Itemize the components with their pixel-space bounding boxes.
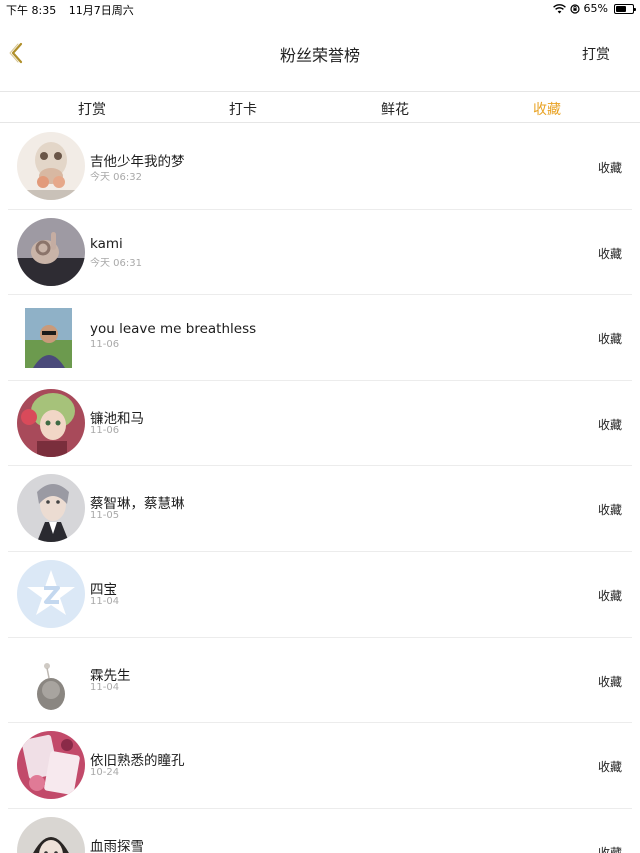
fan-time: 11-04 — [90, 595, 120, 607]
fan-name: 依旧熟悉的瞳孔 — [90, 753, 185, 770]
fan-name: you leave me breathless — [90, 321, 257, 338]
list-item[interactable]: 四宝 11-04 收藏 — [0, 552, 640, 638]
tab-checkin[interactable]: 打卡 — [229, 99, 257, 119]
fan-name: 血雨探雪 — [90, 838, 144, 853]
list-item[interactable]: 镰池和马 11-06 收藏 — [0, 381, 640, 467]
favorite-label: 收藏 — [597, 503, 622, 518]
avatar — [17, 816, 85, 853]
orientation-lock-icon — [569, 3, 580, 14]
page-title: 粉丝荣誉榜 — [279, 46, 360, 65]
list-item[interactable]: you leave me breathless 11-06 收藏 — [0, 295, 640, 381]
favorite-label: 收藏 — [597, 332, 622, 347]
avatar — [17, 132, 85, 200]
favorite-label: 收藏 — [597, 588, 622, 603]
list-item[interactable]: 蔡智琳，蔡慧琳 11-05 收藏 — [0, 466, 640, 552]
nav-bar: 粉丝荣誉榜 打赏 — [0, 18, 640, 92]
fan-time: 11-06 — [90, 339, 120, 351]
battery-icon — [614, 3, 636, 14]
wifi-icon — [552, 3, 566, 13]
list-item[interactable]: 霖先生 11-04 收藏 — [0, 638, 640, 724]
battery-percent: 65% — [583, 2, 608, 15]
avatar — [17, 731, 85, 800]
reward-button[interactable]: 打赏 — [582, 44, 610, 64]
fan-name: kami — [90, 235, 123, 252]
fan-name: 吉他少年我的梦 — [90, 154, 185, 170]
avatar-default-qq — [17, 559, 85, 628]
fan-name: 霖先生 — [90, 667, 131, 684]
fan-list: 吉他少年我的梦 今天 06:32 收藏 kami 今天 06:31 收藏 you… — [0, 124, 640, 853]
favorite-label: 收藏 — [597, 760, 622, 775]
tab-flowers[interactable]: 鲜花 — [381, 99, 409, 119]
fan-name: 四宝 — [90, 581, 117, 598]
avatar — [17, 388, 85, 457]
list-item[interactable]: 依旧熟悉的瞳孔 10-24 收藏 — [0, 723, 640, 809]
fan-name: 蔡智琳，蔡慧琳 — [90, 496, 185, 513]
list-item[interactable]: 吉他少年我的梦 今天 06:32 收藏 — [0, 124, 640, 210]
battery-fill — [616, 5, 626, 12]
fan-name: 镰池和马 — [90, 410, 144, 427]
fan-time: 11-06 — [90, 424, 120, 436]
favorite-label: 收藏 — [597, 417, 622, 432]
fan-time: 11-05 — [90, 510, 120, 522]
status-time: 下午 8:35 — [6, 4, 57, 17]
tab-bar: 打赏 打卡 鲜花 收藏 — [0, 92, 640, 123]
tab-reward[interactable]: 打赏 — [78, 99, 106, 119]
fan-time: 10-24 — [90, 767, 120, 779]
avatar — [17, 217, 85, 286]
list-item[interactable]: kami 今天 06:31 收藏 — [0, 210, 640, 296]
favorite-label: 收藏 — [597, 674, 622, 689]
fan-time: 今天 06:32 — [90, 172, 142, 183]
fan-time: 11-04 — [90, 681, 120, 693]
status-date: 11月7日周六 — [68, 4, 134, 17]
list-item[interactable]: 血雨探雪 收藏 — [0, 809, 640, 853]
favorite-label: 收藏 — [597, 246, 622, 261]
tab-favorites[interactable]: 收藏 — [533, 99, 561, 119]
avatar-square — [25, 308, 72, 369]
avatar — [17, 474, 85, 543]
favorite-label: 收藏 — [597, 161, 622, 175]
avatar — [17, 645, 85, 714]
fan-time: 今天 06:31 — [90, 257, 142, 269]
favorite-label: 收藏 — [597, 845, 622, 853]
status-bar: 下午 8:35 11月7日周六 65% — [0, 0, 640, 18]
